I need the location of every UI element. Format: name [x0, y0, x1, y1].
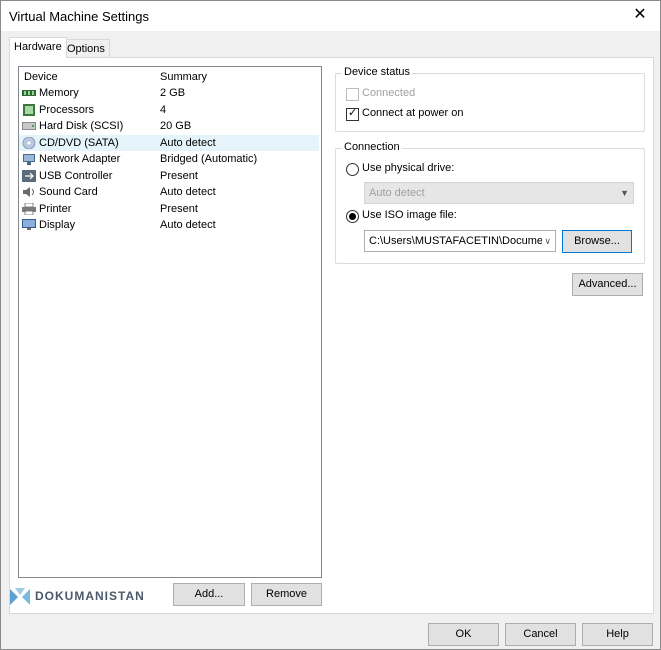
watermark-text: DOKUMANISTAN	[35, 589, 145, 603]
memory-icon	[22, 90, 36, 96]
hard-disk-icon	[22, 122, 36, 130]
device-status-group: Device status Connected ✓ Connect at pow…	[335, 66, 645, 132]
watermark-logo: DOKUMANISTAN	[9, 585, 145, 607]
device-list[interactable]: Device Summary Memory 2 GB Processors 4 …	[18, 66, 322, 578]
cd-dvd-icon	[22, 137, 36, 149]
device-summary: Bridged (Automatic)	[160, 153, 258, 165]
chevron-down-icon: ∨	[542, 231, 551, 251]
settings-window: Virtual Machine Settings ✕ Hardware Opti…	[0, 0, 661, 650]
column-header-device: Device	[24, 71, 58, 83]
connection-group: Connection Use physical drive: Auto dete…	[335, 141, 645, 264]
device-name: USB Controller	[39, 170, 113, 182]
column-header-summary: Summary	[160, 71, 208, 83]
device-summary: Auto detect	[160, 137, 216, 149]
device-summary: Auto detect	[160, 219, 216, 231]
device-row-processors[interactable]: Processors 4	[19, 102, 319, 118]
use-iso-image-radio[interactable]	[346, 210, 359, 223]
radio-selected-dot	[349, 213, 356, 220]
display-icon	[22, 219, 36, 230]
device-row-sound-card[interactable]: Sound Card Auto detect	[19, 184, 319, 200]
device-row-hard-disk[interactable]: Hard Disk (SCSI) 20 GB	[19, 118, 319, 134]
device-status-label: Device status	[342, 66, 413, 78]
checkmark-icon: ✓	[348, 107, 358, 119]
device-row-network-adapter[interactable]: Network Adapter Bridged (Automatic)	[19, 151, 319, 167]
physical-drive-dropdown[interactable]: Auto detect ▼	[364, 182, 634, 204]
device-list-header: Device Summary	[19, 69, 319, 85]
help-button[interactable]: Help	[582, 623, 653, 646]
device-row-display[interactable]: Display Auto detect	[19, 217, 319, 233]
advanced-button[interactable]: Advanced...	[572, 273, 643, 296]
usb-icon	[22, 170, 36, 182]
device-name: Memory	[39, 87, 79, 99]
iso-path-combobox[interactable]: C:\Users\MUSTAFACETIN\Docume ∨	[364, 230, 556, 252]
add-button[interactable]: Add...	[173, 583, 245, 606]
window-title: Virtual Machine Settings	[9, 9, 149, 24]
tab-hardware[interactable]: Hardware	[9, 37, 67, 58]
connected-label: Connected	[362, 87, 416, 99]
device-summary: 2 GB	[160, 87, 186, 99]
connect-at-power-on-label: Connect at power on	[362, 107, 464, 119]
device-summary: Auto detect	[160, 186, 216, 198]
device-name: Hard Disk (SCSI)	[39, 120, 124, 132]
processor-icon	[23, 104, 35, 116]
close-icon[interactable]: ✕	[632, 7, 648, 23]
ok-button[interactable]: OK	[428, 623, 499, 646]
browse-button[interactable]: Browse...	[562, 230, 632, 253]
device-summary: Present	[160, 203, 198, 215]
device-name: Display	[39, 219, 76, 231]
device-name: CD/DVD (SATA)	[39, 137, 119, 149]
cancel-button[interactable]: Cancel	[505, 623, 576, 646]
title-bar: Virtual Machine Settings ✕	[1, 1, 660, 31]
connection-label: Connection	[342, 141, 402, 153]
physical-drive-value: Auto detect	[369, 187, 425, 199]
use-iso-image-label: Use ISO image file:	[362, 209, 457, 221]
device-name: Network Adapter	[39, 153, 121, 165]
device-name: Printer	[39, 203, 72, 215]
device-row-cd-dvd[interactable]: CD/DVD (SATA) Auto detect	[19, 135, 319, 151]
connect-at-power-on-checkbox[interactable]: ✓	[346, 107, 359, 121]
device-summary: Present	[160, 170, 198, 182]
network-adapter-icon	[23, 154, 35, 165]
sound-card-icon	[23, 187, 34, 197]
device-name: Sound Card	[39, 186, 98, 198]
device-row-memory[interactable]: Memory 2 GB	[19, 85, 319, 101]
iso-path-value: C:\Users\MUSTAFACETIN\Docume	[369, 235, 543, 247]
remove-button[interactable]: Remove	[251, 583, 322, 606]
device-row-usb-controller[interactable]: USB Controller Present	[19, 168, 319, 184]
device-row-printer[interactable]: Printer Present	[19, 201, 319, 217]
connected-checkbox[interactable]	[346, 88, 359, 101]
device-name: Processors	[39, 104, 95, 116]
use-physical-drive-label: Use physical drive:	[362, 162, 455, 174]
device-summary: 4	[160, 104, 167, 116]
printer-icon	[22, 203, 36, 215]
tab-options[interactable]: Options	[62, 39, 110, 58]
device-summary: 20 GB	[160, 120, 192, 132]
chevron-down-icon: ▼	[620, 188, 629, 198]
use-physical-drive-radio[interactable]	[346, 163, 359, 176]
watermark-mark-icon	[10, 587, 30, 605]
